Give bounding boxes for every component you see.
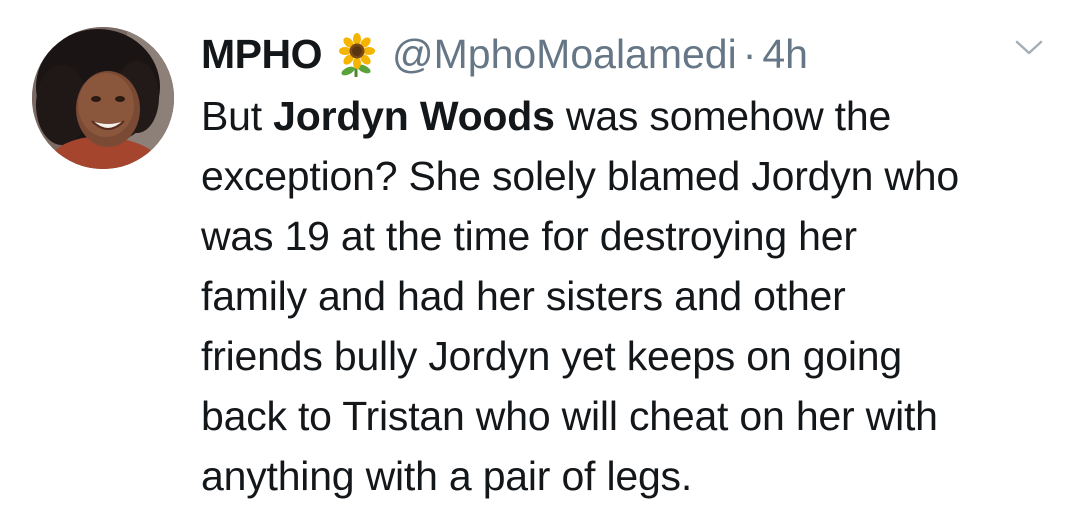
tweet-header: MPHO @MphoMoalamedi · 4h bbox=[201, 22, 1061, 86]
tweet-text-line: anything with a pair of legs. bbox=[201, 453, 693, 499]
mentioned-name: Jordyn Woods bbox=[273, 93, 555, 139]
tweet-text-line: friends bully Jordyn yet keeps on going bbox=[201, 333, 903, 379]
tweet-card[interactable]: MPHO @MphoMoalamedi · 4h But Jordyn Wood… bbox=[0, 0, 1080, 516]
avatar[interactable] bbox=[32, 27, 174, 169]
tweet-content: MPHO @MphoMoalamedi · 4h But Jordyn Wood… bbox=[201, 22, 1061, 506]
tweet-text: But Jordyn Woods was somehow the excepti… bbox=[201, 86, 1061, 506]
avatar-image bbox=[32, 27, 174, 169]
tweet-text-line: back to Tristan who will cheat on her wi… bbox=[201, 393, 938, 439]
author-name[interactable]: MPHO bbox=[201, 22, 323, 86]
tweet-text-line: exception? She solely blamed Jordyn who bbox=[201, 153, 959, 199]
tweet-text-line: family and had her sisters and other bbox=[201, 273, 846, 319]
tweet-text-line: But Jordyn Woods was somehow the bbox=[201, 93, 892, 139]
chevron-down-icon[interactable] bbox=[1014, 38, 1044, 58]
tweet-timestamp[interactable]: 4h bbox=[762, 22, 808, 86]
tweet-text-line: was 19 at the time for destroying her bbox=[201, 213, 857, 259]
author-handle[interactable]: @MphoMoalamedi bbox=[392, 22, 737, 86]
separator-dot: · bbox=[742, 31, 757, 77]
sunflower-icon bbox=[334, 33, 380, 79]
